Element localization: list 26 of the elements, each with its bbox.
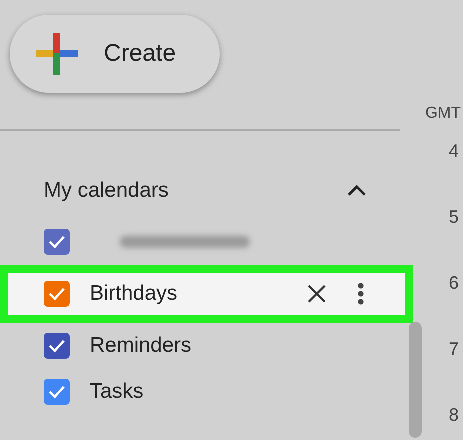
hour-label: 4 <box>448 141 459 161</box>
calendar-item[interactable]: Tasks <box>0 369 413 415</box>
close-icon[interactable] <box>307 284 327 304</box>
calendar-name: Tasks <box>90 379 144 406</box>
calendar-name: Reminders <box>90 333 192 360</box>
calendar-item[interactable]: Reminders <box>0 323 413 369</box>
check-icon <box>48 385 66 399</box>
hour-label: 7 <box>448 339 459 359</box>
chevron-icon[interactable] <box>347 185 367 197</box>
checkbox[interactable] <box>44 229 70 255</box>
create-button[interactable]: Create <box>10 15 220 93</box>
checkbox[interactable] <box>44 333 70 359</box>
check-icon <box>48 287 66 301</box>
calendar-name: Birthdays <box>90 281 178 308</box>
check-icon <box>48 339 66 353</box>
hour-label: 5 <box>448 207 459 227</box>
scrollbar[interactable] <box>409 322 422 438</box>
hour-label: 8 <box>448 405 459 425</box>
section-title: My calendars <box>44 178 169 204</box>
checkbox[interactable] <box>44 281 70 307</box>
check-icon <box>48 235 66 249</box>
plus-icon <box>36 33 78 75</box>
more-icon[interactable] <box>357 282 365 306</box>
timezone-label: GMT <box>425 104 461 124</box>
checkbox[interactable] <box>44 379 70 405</box>
hour-label: 6 <box>448 273 459 293</box>
